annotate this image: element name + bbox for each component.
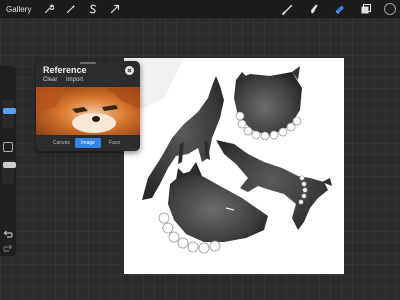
tab-image[interactable]: Image [74,138,102,148]
fox-head-with-pearl-collar [234,66,302,141]
smudge-icon[interactable] [307,2,321,16]
modify-square-icon[interactable] [3,142,13,152]
reference-links: Clear Import [43,77,90,83]
reference-panel-drag-handle[interactable] [80,62,96,64]
reference-tabs: Canvas Image Face [48,138,128,148]
undo-arrow-icon[interactable] [2,230,14,240]
drawing-canvas[interactable] [124,58,344,274]
wrench-icon[interactable] [42,2,56,16]
import-link[interactable]: Import [66,77,83,83]
eraser-icon[interactable] [333,2,347,16]
close-icon[interactable] [125,66,134,75]
brush-size-slider-thumb[interactable] [3,108,16,114]
redo-arrow-icon[interactable] [2,244,14,254]
tab-canvas[interactable]: Canvas [48,138,75,148]
opacity-slider-thumb[interactable] [3,162,16,168]
magic-wand-icon[interactable] [64,2,78,16]
color-swatch[interactable] [384,3,396,15]
top-toolbar: Gallery [0,0,400,18]
reference-title: Reference [43,65,87,75]
selection-s-icon[interactable] [86,2,100,16]
left-sidebar [0,66,16,256]
transform-arrow-icon[interactable] [108,2,122,16]
brush-size-slider[interactable] [2,100,16,128]
brush-icon[interactable] [281,2,295,16]
layers-icon[interactable] [359,2,373,16]
reference-fox-photo [36,87,140,135]
reference-panel[interactable]: Reference Clear Import Canvas Image Face [36,61,140,151]
tab-face[interactable]: Face [101,138,128,148]
opacity-slider[interactable] [2,160,16,184]
clear-link[interactable]: Clear [43,77,57,83]
gallery-button[interactable]: Gallery [6,5,34,14]
tool-group [269,2,396,16]
